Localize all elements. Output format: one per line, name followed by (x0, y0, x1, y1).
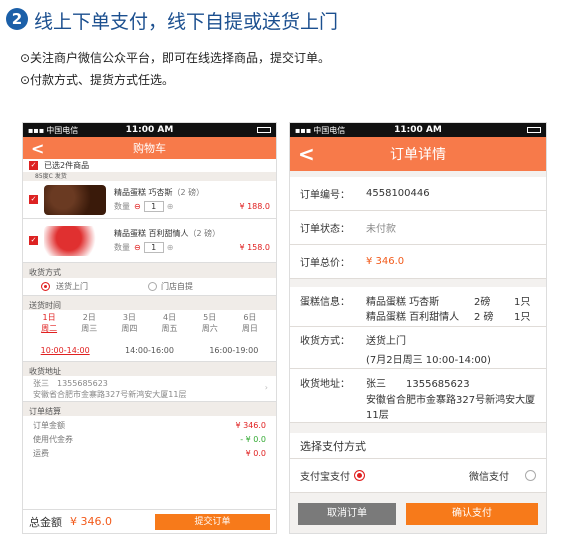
order-status: 未付款 (366, 224, 396, 235)
order-item: 精品蛋糕 百利甜情人 2 磅 1只 (366, 312, 531, 323)
radio-selected-icon[interactable] (354, 470, 365, 481)
time-slot[interactable]: 10:00-14:00 (41, 346, 90, 355)
cake-info-row: 蛋糕信息： 精品蛋糕 巧杏斯 2磅 1只 精品蛋糕 百利甜情人 2 磅 1只 (290, 287, 546, 327)
cancel-order-button[interactable]: 取消订单 (298, 503, 396, 525)
confirm-payment-button[interactable]: 确认支付 (406, 503, 538, 525)
page-title: 线上下单支付，线下自提或送货上门 (34, 11, 339, 33)
day-option[interactable]: 4日 周五 (162, 312, 178, 338)
step-badge: 2 (6, 8, 28, 30)
minus-icon[interactable]: ⊖ (134, 243, 141, 252)
item-size: （2 磅） (172, 188, 205, 197)
radio-selected-icon[interactable] (41, 282, 50, 291)
delivery-option-pickup[interactable]: 门店自提 (161, 281, 193, 292)
order-titlebar: < 订单详情 (290, 137, 546, 171)
radio-icon[interactable] (525, 470, 536, 481)
shop-name: 85度C 发货 (23, 172, 276, 181)
checkbox-icon[interactable]: ✓ (29, 161, 38, 170)
payment-wechat[interactable]: 微信支付 (469, 468, 509, 483)
clock: 11:00 AM (394, 125, 442, 135)
item-price: ¥ 158.0 (239, 243, 270, 252)
cake-image (44, 225, 106, 256)
summary-list: 订单金额 ¥ 346.0 使用代金券 - ¥ 0.0 运费 ¥ 0.0 (23, 416, 276, 462)
bullet-2: ⊙付款方式、提货方式任选。 (20, 73, 175, 87)
item-price: ¥ 188.0 (239, 202, 270, 211)
payment-options: 支付宝支付 微信支付 (290, 459, 546, 493)
address-name: 张三 1355685623 (33, 379, 108, 388)
plus-icon[interactable]: ⊕ (167, 243, 174, 252)
delivery-row: 收货方式： 送货上门 (7月2日周三 10:00-14:00) (290, 327, 546, 369)
select-all-row[interactable]: ✓ 已选2件商品 (23, 159, 276, 172)
radio-icon[interactable] (148, 282, 157, 291)
total-label: 总金额 (29, 515, 62, 529)
qty-input[interactable]: 1 (143, 242, 164, 253)
day-option[interactable]: 3日 周四 (121, 312, 137, 338)
order-footer: 取消订单 确认支付 (290, 495, 546, 533)
summary-title: 订单结算 (23, 402, 276, 416)
cart-title: 购物车 (133, 142, 166, 155)
cart-item: ✓ 精品蛋糕 巧杏斯（2 磅） 数量 ⊖ 1 ⊕ ¥ 188.0 (23, 181, 276, 219)
slot-picker: 10:00-14:00 14:00-16:00 16:00-19:00 (23, 340, 276, 362)
cart-titlebar: < 购物车 (23, 137, 276, 159)
order-item: 精品蛋糕 巧杏斯 2磅 1只 (366, 297, 531, 308)
order-total-row: 订单总价： ¥ 346.0 (290, 245, 546, 279)
address-row[interactable]: 张三 1355685623 安徽省合肥市金寨路327号新鸿安大厦11层 › (23, 376, 276, 402)
clock: 11:00 AM (125, 125, 174, 135)
delivery-options: 送货上门 门店自提 (23, 278, 276, 296)
summary-row: 使用代金券 - ¥ 0.0 (33, 434, 266, 444)
address-row: 收货地址： 张三 1355685623 安徽省合肥市金寨路327号新鸿安大厦11层 (290, 369, 546, 423)
cart-footer: 总金额 ¥ 346.0 提交订单 (23, 509, 276, 533)
day-picker: 1日 周二 2日 周三 3日 周四 4日 周五 5日 周六 6日 周日 (23, 310, 276, 340)
summary-row: 订单金额 ¥ 346.0 (33, 420, 266, 430)
order-number-row: 订单编号： 4558100446 (290, 177, 546, 211)
order-total: ¥ 346.0 (366, 256, 405, 267)
day-option[interactable]: 2日 周三 (81, 312, 97, 338)
item-name: 精品蛋糕 巧杏斯 (114, 188, 173, 197)
checkbox-icon[interactable]: ✓ (29, 195, 38, 204)
back-icon[interactable]: < (31, 139, 44, 158)
selected-count: 已选2件商品 (44, 161, 90, 170)
summary-row: 运费 ¥ 0.0 (33, 448, 266, 458)
day-option[interactable]: 6日 周日 (242, 312, 258, 338)
day-option[interactable]: 1日 周二 (41, 312, 57, 338)
time-slot[interactable]: 16:00-19:00 (209, 346, 258, 355)
order-title: 订单详情 (390, 147, 446, 163)
back-icon[interactable]: < (298, 142, 315, 166)
cart-phone: ▪▪▪ 中国电信 11:00 AM < 购物车 ✓ 已选2件商品 85度C 发货… (22, 122, 277, 534)
order-status-row: 订单状态： 未付款 (290, 211, 546, 245)
checkbox-icon[interactable]: ✓ (29, 236, 38, 245)
cart-item: ✓ 精品蛋糕 百利甜情人（2 磅） 数量 ⊖ 1 ⊕ ¥ 158.0 (23, 219, 276, 263)
qty-label: 数量 (114, 202, 130, 211)
plus-icon[interactable]: ⊕ (167, 202, 174, 211)
order-phone: ▪▪▪ 中国电信 11:00 AM < 订单详情 订单编号： 4558100446… (289, 122, 547, 534)
time-title: 送货时间 (23, 296, 276, 310)
total-amount: ¥ 346.0 (70, 515, 112, 528)
time-slot[interactable]: 14:00-16:00 (125, 346, 174, 355)
payment-alipay[interactable]: 支付宝支付 (300, 468, 350, 483)
day-option[interactable]: 5日 周六 (202, 312, 218, 338)
status-bar: ▪▪▪ 中国电信 11:00 AM (23, 123, 276, 137)
minus-icon[interactable]: ⊖ (134, 202, 141, 211)
chevron-right-icon: › (264, 383, 268, 392)
item-name: 精品蛋糕 百利甜情人 (114, 229, 189, 238)
submit-order-button[interactable]: 提交订单 (155, 513, 270, 530)
cake-image (44, 184, 106, 215)
qty-input[interactable]: 1 (143, 201, 164, 212)
payment-title: 选择支付方式 (290, 433, 546, 459)
bullet-1: ⊙关注商户微信公众平台，即可在线选择商品，提交订单。 (20, 51, 331, 65)
address-title: 收货地址 (23, 362, 276, 376)
address-detail: 安徽省合肥市金寨路327号新鸿安大厦11层 (33, 390, 187, 399)
delivery-title: 收货方式 (23, 263, 276, 278)
delivery-option-home[interactable]: 送货上门 (56, 281, 88, 292)
qty-label: 数量 (114, 243, 130, 252)
status-bar: ▪▪▪ 中国电信 11:00 AM (290, 123, 546, 137)
item-size: （2 磅） (188, 229, 221, 238)
